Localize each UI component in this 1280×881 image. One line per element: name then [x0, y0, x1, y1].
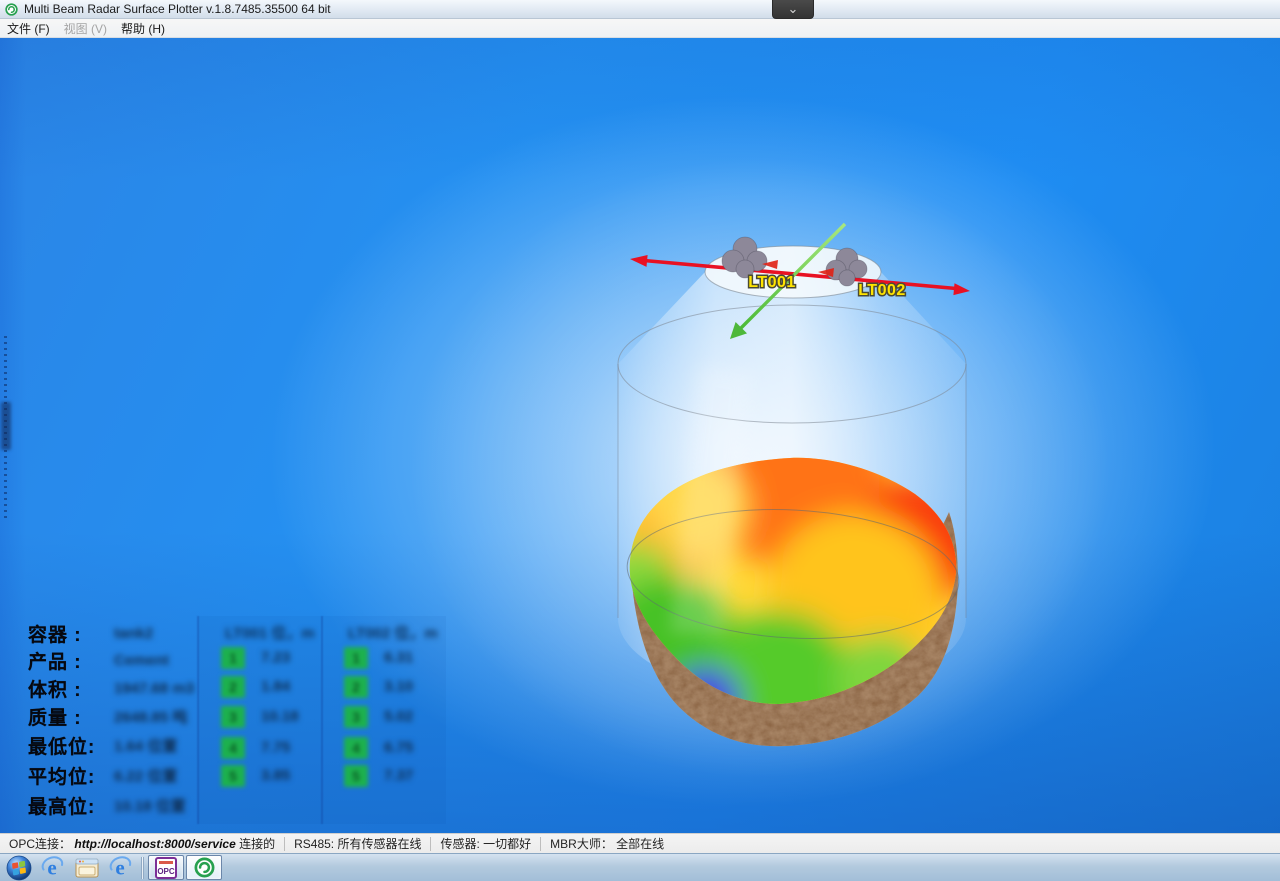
beam-row: 17.23 — [221, 646, 290, 669]
status-rs485: RS485: 所有传感器在线 — [285, 835, 430, 852]
beam-value: 3.85 — [261, 767, 290, 784]
taskbar-explorer-button[interactable] — [70, 855, 104, 881]
taskbar-ie2-button[interactable]: e — [104, 855, 138, 881]
beam-value: 6.31 — [384, 649, 413, 666]
title-bar[interactable]: Multi Beam Radar Surface Plotter v.1.8.7… — [0, 0, 1280, 19]
beam-row: 46.75 — [344, 736, 413, 759]
plotter-app-icon — [194, 857, 215, 878]
beam-value: 6.75 — [384, 739, 413, 756]
taskbar-plotter-app-button[interactable] — [186, 855, 222, 880]
menu-bar: 文件 (F) 视图 (V) 帮助 (H) — [0, 19, 1280, 38]
row-label: 最高位: — [28, 792, 114, 819]
beam-value: 5.02 — [384, 708, 413, 725]
beam-row: 57.37 — [344, 764, 413, 787]
beam-column-header: LT002 位，m — [348, 622, 438, 643]
beam-number-badge: 3 — [344, 706, 368, 728]
svg-text:OPC: OPC — [157, 867, 175, 876]
status-mbr: MBR大师： 全部在线 — [541, 835, 673, 852]
column-separator — [197, 616, 199, 824]
app-logo-icon — [5, 3, 18, 16]
taskbar-ie-button[interactable]: e — [36, 855, 70, 881]
app-window: Multi Beam Radar Surface Plotter v.1.8.7… — [0, 0, 1280, 881]
beam-number-badge: 4 — [221, 737, 245, 759]
beam-column-header: LT001 位，m — [225, 622, 315, 643]
taskbar: e e OPC — [0, 853, 1280, 881]
beam-row: 21.84 — [221, 675, 290, 698]
row-mass: 质量 :2648.85 吨 — [28, 703, 187, 729]
beam-value: 7.23 — [261, 649, 290, 666]
menu-help[interactable]: 帮助 (H) — [114, 18, 172, 39]
row-avg-level: 平均位:6.22 位置 — [28, 762, 177, 788]
beam-value: 10.18 — [261, 708, 299, 725]
status-sensors: 传感器: 一切都好 — [431, 835, 540, 852]
beam-number-badge: 1 — [344, 647, 368, 669]
label-lt002: LT002 — [858, 282, 906, 299]
row-label: 容器 : — [28, 620, 114, 647]
row-label: 体积 : — [28, 675, 114, 702]
label-lt001: LT001 — [748, 274, 796, 291]
window-title: Multi Beam Radar Surface Plotter v.1.8.7… — [24, 2, 331, 16]
beam-value: 1.84 — [261, 678, 290, 695]
beam-number-badge: 4 — [344, 737, 368, 759]
row-label: 质量 : — [28, 703, 114, 730]
row-value: 1947.68 m3 — [114, 680, 194, 697]
ie-icon: e — [109, 856, 133, 880]
status-opc-label: OPC连接： — [9, 837, 71, 851]
ie-icon: e — [41, 856, 65, 880]
menu-view: 视图 (V) — [57, 18, 114, 39]
overlay-chevron-tab[interactable]: ⌄ — [772, 0, 814, 19]
opc-server-icon: OPC — [155, 857, 177, 879]
start-button[interactable] — [2, 854, 36, 881]
row-label: 产品 : — [28, 647, 114, 674]
row-label: 最低位: — [28, 732, 114, 759]
beam-value: 7.37 — [384, 767, 413, 784]
row-label: 平均位: — [28, 762, 114, 789]
beam-number-badge: 2 — [221, 676, 245, 698]
chevron-down-icon: ⌄ — [788, 4, 799, 14]
beam-row: 310.18 — [221, 705, 299, 728]
beam-value: 3.10 — [384, 678, 413, 695]
beam-number-badge: 3 — [221, 706, 245, 728]
taskbar-divider — [141, 857, 144, 879]
beam-row: 53.85 — [221, 764, 290, 787]
row-value: tank2 — [114, 625, 153, 642]
column-separator — [321, 616, 323, 824]
row-container: 容器 :tank2 — [28, 620, 153, 646]
beam-number-badge: 2 — [344, 676, 368, 698]
beam-number-badge: 1 — [221, 647, 245, 669]
row-value: Cement — [114, 652, 169, 669]
menu-file[interactable]: 文件 (F) — [0, 18, 57, 39]
client-area: LT001 LT002 容器 :tank2 产品 :Cement 体积 :194… — [0, 38, 1280, 833]
row-min-level: 最低位:1.64 位置 — [28, 732, 177, 758]
row-value: 6.22 位置 — [114, 765, 177, 786]
beam-number-badge: 5 — [344, 765, 368, 787]
status-bar: OPC连接： http://localhost:8000/service 连接的… — [0, 833, 1280, 853]
explorer-icon — [74, 857, 100, 879]
row-value: 2648.85 吨 — [114, 706, 187, 727]
beam-row: 35.02 — [344, 705, 413, 728]
beam-row: 16.31 — [344, 646, 413, 669]
row-value: 10.18 位置 — [114, 795, 186, 816]
beam-row: 47.75 — [221, 736, 290, 759]
beam-value: 7.75 — [261, 739, 290, 756]
row-product: 产品 :Cement — [28, 647, 169, 673]
info-panel: 容器 :tank2 产品 :Cement 体积 :1947.68 m3 质量 :… — [28, 616, 464, 828]
status-opc: OPC连接： http://localhost:8000/service 连接的 — [0, 835, 284, 852]
row-volume: 体积 :1947.68 m3 — [28, 675, 194, 701]
status-opc-url: http://localhost:8000/service — [74, 837, 235, 851]
taskbar-opc-server-button[interactable]: OPC — [148, 855, 184, 880]
beam-row: 23.10 — [344, 675, 413, 698]
windows-logo-icon — [6, 855, 32, 881]
row-max-level: 最高位:10.18 位置 — [28, 792, 186, 818]
status-opc-state: 连接的 — [239, 837, 275, 851]
row-value: 1.64 位置 — [114, 735, 177, 756]
beam-number-badge: 5 — [221, 765, 245, 787]
